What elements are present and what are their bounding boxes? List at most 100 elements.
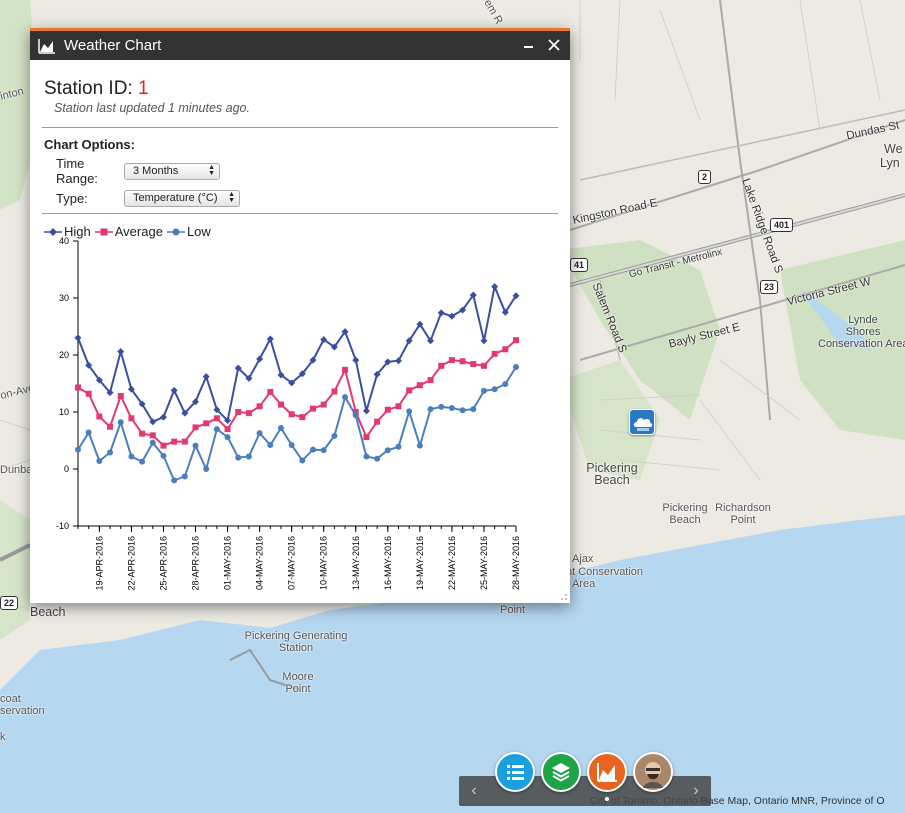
data-point-high — [202, 373, 210, 381]
layers-button[interactable] — [541, 752, 581, 792]
data-point-low — [149, 439, 156, 446]
x-tick-label: 22-APR-2016 — [126, 536, 136, 591]
data-point-average — [171, 438, 178, 445]
data-point-low — [85, 429, 92, 436]
x-tick-label: 07-MAY-2016 — [287, 536, 297, 590]
data-point-low — [342, 394, 349, 401]
data-point-low — [203, 466, 210, 472]
weather-chart-window[interactable]: Weather Chart Station ID: 1 Station last… — [30, 28, 570, 603]
data-point-average — [203, 420, 210, 427]
data-point-average — [342, 366, 349, 373]
data-point-low — [139, 458, 146, 465]
data-point-low — [448, 405, 455, 412]
data-point-average — [75, 384, 81, 391]
data-point-average — [363, 434, 370, 441]
x-tick-label: 22-MAY-2016 — [447, 536, 457, 590]
data-point-low — [352, 412, 359, 419]
close-button[interactable] — [544, 34, 564, 56]
data-point-low — [384, 447, 391, 454]
highway-shield-22: 22 — [0, 596, 19, 610]
data-point-average — [331, 388, 338, 395]
x-tick-label: 10-MAY-2016 — [319, 536, 329, 590]
data-point-low — [310, 446, 317, 453]
highway-shield-401: 401 — [770, 218, 794, 232]
data-point-low — [513, 363, 519, 370]
data-point-low — [480, 387, 487, 394]
data-point-average — [320, 401, 327, 408]
data-point-average — [395, 403, 402, 410]
data-point-average — [107, 423, 114, 430]
data-point-average — [277, 401, 284, 408]
highway-shield-41: 41 — [570, 258, 589, 272]
x-tick-label: 16-MAY-2016 — [383, 536, 393, 590]
x-tick-label: 04-MAY-2016 — [255, 536, 265, 590]
data-point-low — [438, 403, 445, 410]
x-tick-label: 19-APR-2016 — [94, 536, 104, 591]
map-label-conservation: nt Conservation — [566, 566, 644, 578]
data-point-low — [75, 446, 81, 453]
data-point-high — [437, 309, 445, 317]
data-point-average — [96, 413, 103, 420]
data-point-low — [224, 434, 231, 441]
highway-shield-23: 23 — [760, 280, 779, 294]
avatar-button[interactable] — [633, 752, 673, 792]
x-tick-label: 01-MAY-2016 — [223, 536, 233, 590]
data-point-average — [288, 411, 295, 418]
data-point-high — [480, 337, 488, 345]
temperature-chart[interactable]: -10 0 10 20 30 40 19-APR-2016 22-APR-2016 25-APR… — [30, 231, 570, 601]
active-indicator — [605, 797, 609, 801]
x-tick-label: 25-APR-2016 — [158, 536, 168, 591]
x-tick-label: 25-MAY-2016 — [479, 536, 489, 590]
minimize-button[interactable] — [518, 34, 538, 56]
data-point-average — [149, 432, 156, 439]
map-label-richardson-point: Richardson Point — [715, 502, 771, 526]
data-point-high — [362, 407, 370, 415]
data-point-low — [331, 432, 338, 439]
station-id-label: Station ID: — [44, 78, 133, 99]
type-value: Temperature (°C) — [133, 192, 218, 204]
data-point-low — [277, 424, 284, 431]
cloud-icon — [633, 418, 653, 431]
list-button[interactable] — [495, 752, 535, 792]
data-point-high — [74, 334, 82, 342]
data-point-low — [427, 406, 434, 413]
station-heading: Station ID: 1 — [44, 78, 556, 100]
data-point-low — [245, 453, 252, 460]
data-point-average — [502, 346, 509, 353]
data-point-average — [470, 361, 477, 368]
data-point-average — [181, 438, 188, 445]
data-point-average — [406, 387, 413, 394]
data-point-low — [171, 477, 178, 484]
y-tick-label: 0 — [64, 464, 69, 474]
chart-button[interactable] — [587, 752, 627, 792]
data-point-average — [416, 382, 423, 389]
window-titlebar[interactable]: Weather Chart — [30, 31, 570, 60]
data-point-average — [448, 357, 455, 364]
data-point-average — [374, 418, 381, 425]
resize-grip-icon[interactable] — [560, 593, 568, 601]
prev-button[interactable]: ‹ — [459, 776, 489, 806]
x-tick-label: 28-APR-2016 — [191, 536, 201, 591]
data-point-average — [139, 430, 146, 437]
station-updated-text: Station last updated 1 minutes ago. — [54, 101, 250, 115]
type-select[interactable]: Temperature (°C) ▲ ▼ — [124, 190, 240, 207]
time-range-label: Time Range: — [56, 156, 98, 186]
data-point-low — [320, 447, 327, 454]
data-point-high — [117, 348, 125, 356]
weather-station-marker[interactable] — [629, 409, 655, 435]
time-range-select[interactable]: 3 Months ▲ ▼ — [124, 162, 220, 180]
data-point-average — [85, 390, 92, 397]
map-label-moore-point: Moore Point — [282, 671, 314, 695]
data-point-average — [256, 403, 263, 410]
x-tick-label: 13-MAY-2016 — [351, 536, 361, 590]
select-arrows-icon: ▲ ▼ — [228, 191, 235, 204]
data-point-high — [352, 356, 360, 364]
map-label-servation: servation — [0, 705, 45, 717]
next-button[interactable]: › — [681, 776, 711, 806]
map-label-we: We — [884, 142, 903, 156]
data-point-low — [416, 442, 423, 449]
data-point-low — [374, 455, 381, 462]
data-point-low — [459, 407, 466, 414]
map-label-pickering-generating: Pickering Generating Station — [244, 630, 348, 654]
x-tick-label: 19-MAY-2016 — [415, 536, 425, 590]
